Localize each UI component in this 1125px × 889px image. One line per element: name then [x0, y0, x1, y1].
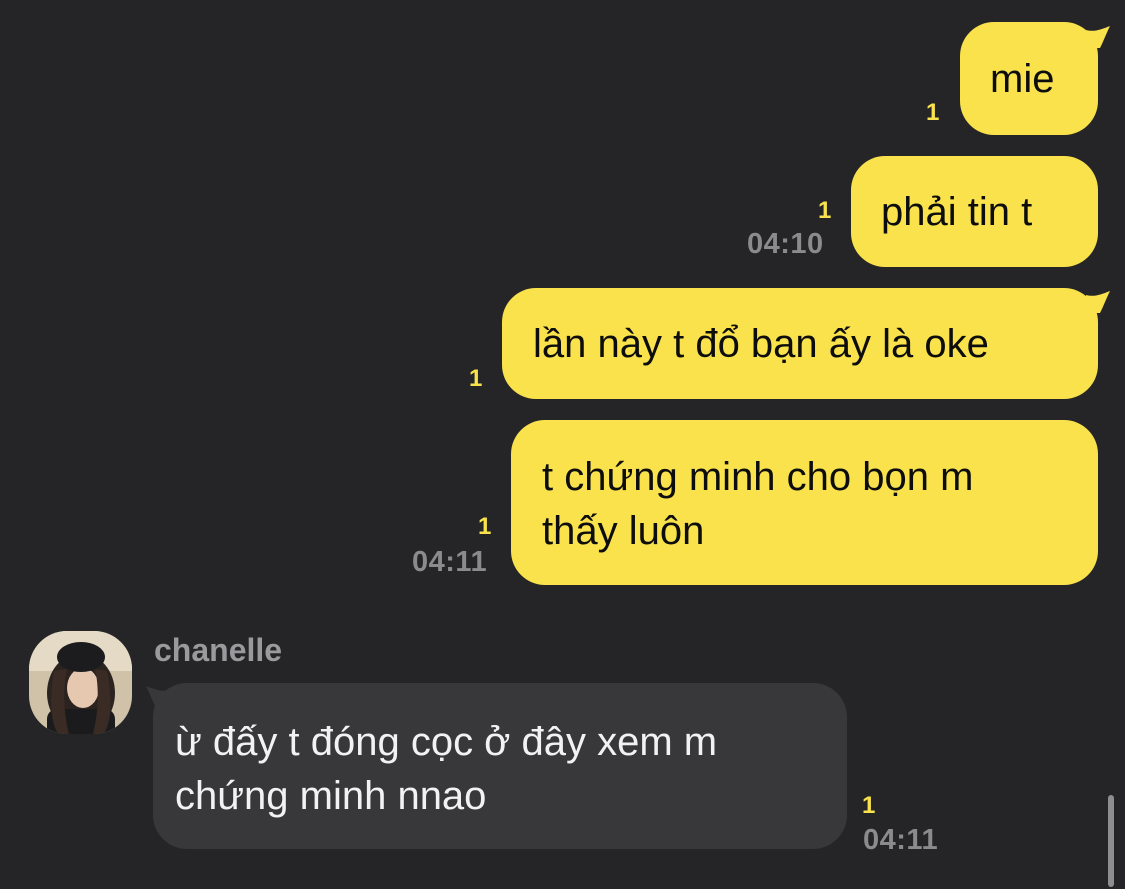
message-text: phải tin t	[881, 190, 1033, 234]
outgoing-message-bubble[interactable]: lần này t đổ bạn ấy là oke	[502, 288, 1098, 399]
message-text: mie	[990, 57, 1055, 101]
message-text-line: chứng minh nnao	[175, 774, 487, 818]
unread-count: 1	[478, 513, 492, 540]
unread-count: 1	[818, 197, 832, 224]
bubble-tail-icon	[1086, 291, 1110, 313]
message-text: lần này t đổ bạn ấy là oke	[533, 322, 989, 366]
incoming-message-bubble[interactable]: ừ đấy t đóng cọc ở đây xem m chứng minh …	[153, 683, 847, 849]
unread-count: 1	[862, 792, 876, 819]
message-timestamp: 04:11	[412, 546, 488, 578]
message-text-line: t chứng minh cho bọn m	[542, 455, 974, 499]
chat-screen: mie 1 phải tin t 1 04:10 lần này t đổ bạ…	[0, 0, 1125, 889]
bubble-tail-icon	[1086, 26, 1110, 48]
outgoing-message-bubble[interactable]: phải tin t	[851, 156, 1098, 267]
sender-name: chanelle	[154, 632, 283, 668]
unread-count: 1	[469, 365, 483, 392]
unread-count: 1	[926, 99, 940, 126]
message-timestamp: 04:11	[863, 824, 939, 856]
outgoing-message-bubble[interactable]: mie	[960, 22, 1098, 135]
outgoing-message-bubble[interactable]: t chứng minh cho bọn m thấy luôn	[511, 420, 1098, 585]
message-timestamp: 04:10	[747, 228, 824, 260]
scrollbar[interactable]	[1108, 795, 1114, 887]
message-text-line: thấy luôn	[542, 509, 705, 553]
avatar[interactable]	[29, 631, 132, 734]
profile-photo-icon	[29, 631, 132, 734]
message-text-line: ừ đấy t đóng cọc ở đây xem m	[175, 720, 718, 764]
